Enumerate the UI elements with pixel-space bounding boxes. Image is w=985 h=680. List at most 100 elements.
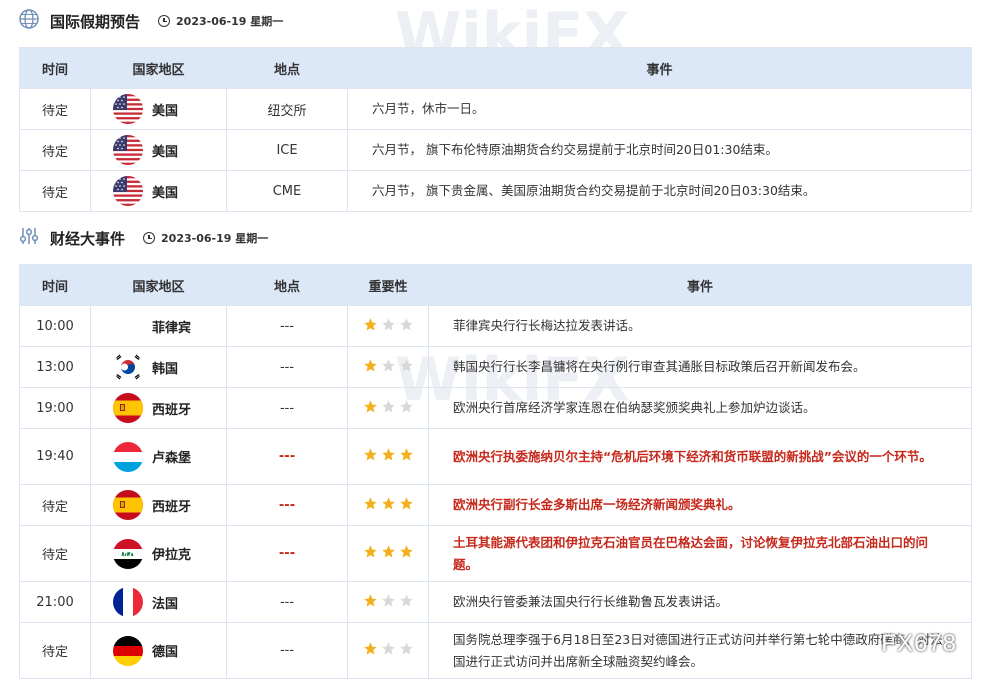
- es-flag-icon: [113, 393, 143, 423]
- importance-cell: [347, 525, 429, 582]
- country-name: 伊拉克: [152, 548, 192, 563]
- col-header-importance: 重要性: [347, 264, 429, 306]
- date-label: 2023-06-19 星期一: [161, 232, 269, 245]
- time-cell: 待定: [19, 88, 91, 130]
- location-cell: ICE: [226, 129, 348, 171]
- country-name: 美国: [152, 103, 179, 119]
- star-filled-icon: [363, 317, 378, 332]
- star-empty-icon: [399, 641, 414, 656]
- location-cell: ---: [226, 484, 348, 526]
- importance-stars: [363, 399, 414, 414]
- table-row: 19:00 西班牙 --- 欧洲央行首席经济学家连恩在伯纳瑟奖颁奖典礼上参加炉边谈话。: [19, 387, 972, 429]
- time-cell: 待定: [19, 622, 91, 679]
- us-flag-icon: [113, 135, 143, 165]
- kr-flag-icon: [113, 352, 143, 382]
- star-filled-icon: [399, 447, 414, 462]
- holiday-section-header: 国际假期预告 2023-06-19 星期一: [18, 6, 283, 36]
- country-cell: 法国: [90, 581, 227, 623]
- location-cell: 纽交所: [226, 88, 348, 130]
- importance-cell: [347, 346, 429, 388]
- col-header-country: 国家地区: [90, 264, 227, 306]
- table-row: 待定 美国 CME 六月节， 旗下贵金属、美国原油期货合约交易提前于北京时间20日03…: [19, 170, 972, 212]
- holiday-section-title: 国际假期预告: [50, 12, 141, 31]
- country-name: 西班牙: [152, 402, 192, 418]
- us-flag-icon: [113, 94, 143, 124]
- time-cell: 待定: [19, 484, 91, 526]
- importance-stars: [363, 447, 414, 462]
- star-filled-icon: [363, 358, 378, 373]
- star-empty-icon: [399, 358, 414, 373]
- location-cell: ---: [226, 387, 348, 429]
- star-filled-icon: [363, 544, 378, 559]
- table-row: 13:00 韩国 --- 韩国央行行长李昌镛将在央行例行审查其通胀目标政策后召开新闻发…: [19, 346, 972, 388]
- importance-stars: [363, 641, 414, 656]
- sliders-icon: [18, 225, 40, 251]
- star-filled-icon: [363, 593, 378, 608]
- event-cell: 欧洲央行首席经济学家连恩在伯纳瑟奖颁奖典礼上参加炉边谈话。: [428, 387, 972, 429]
- de-flag-icon: [113, 635, 143, 666]
- importance-cell: [347, 387, 429, 429]
- star-empty-icon: [399, 399, 414, 414]
- star-filled-icon: [381, 544, 396, 559]
- country-name: 美国: [152, 144, 179, 160]
- country-cell: 美国: [90, 170, 227, 212]
- importance-cell: [347, 428, 429, 485]
- importance-cell: [347, 622, 429, 679]
- table-header-row: 时间 国家地区 地点 重要性 事件: [19, 264, 972, 306]
- events-table: 时间 国家地区 地点 重要性 事件 10:00 菲律宾 --- 菲律宾央行行长梅达拉发…: [19, 264, 972, 679]
- star-empty-icon: [381, 641, 396, 656]
- col-header-location: 地点: [226, 264, 348, 306]
- country-cell: 美国: [90, 129, 227, 171]
- col-header-time: 时间: [19, 47, 91, 89]
- date-label: 2023-06-19 星期一: [176, 15, 284, 28]
- col-header-event: 事件: [347, 47, 972, 89]
- country-name: 法国: [152, 596, 179, 612]
- importance-stars: [363, 544, 414, 559]
- event-cell: 六月节， 旗下贵金属、美国原油期货合约交易提前于北京时间20日03:30结束。: [347, 170, 972, 212]
- table-row: 待定 西班牙 --- 欧洲央行副行长金多斯出席一场经济新闻颁奖典礼。: [19, 484, 972, 526]
- country-name: 美国: [152, 185, 179, 201]
- location-cell: ---: [226, 622, 348, 679]
- lu-flag-icon: [113, 441, 143, 472]
- col-header-location: 地点: [226, 47, 348, 89]
- time-cell: 21:00: [19, 581, 91, 623]
- country-cell: 西班牙: [90, 484, 227, 526]
- events-section-header: 财经大事件 2023-06-19 星期一: [18, 223, 268, 253]
- country-cell: 伊拉克: [90, 525, 227, 582]
- star-empty-icon: [399, 317, 414, 332]
- es-flag-icon: [113, 490, 143, 520]
- importance-stars: [363, 358, 414, 373]
- location-cell: ---: [226, 305, 348, 347]
- country-name: 菲律宾: [152, 320, 192, 336]
- clock-icon: [143, 232, 156, 244]
- star-empty-icon: [381, 317, 396, 332]
- location-cell: ---: [226, 428, 348, 485]
- star-filled-icon: [399, 496, 414, 511]
- time-cell: 10:00: [19, 305, 91, 347]
- globe-icon: [18, 8, 40, 34]
- star-filled-icon: [381, 447, 396, 462]
- star-empty-icon: [381, 593, 396, 608]
- star-filled-icon: [399, 544, 414, 559]
- events-section-title: 财经大事件: [50, 229, 126, 248]
- table-row: 待定 美国 纽交所 六月节，休市一日。: [19, 88, 972, 130]
- importance-stars: [363, 593, 414, 608]
- star-filled-icon: [363, 399, 378, 414]
- us-flag-icon: [113, 176, 143, 206]
- star-empty-icon: [381, 399, 396, 414]
- country-name: 卢森堡: [152, 451, 192, 466]
- country-name: 德国: [152, 645, 179, 660]
- importance-cell: [347, 581, 429, 623]
- country-cell: 卢森堡: [90, 428, 227, 485]
- country-cell: 韩国: [90, 346, 227, 388]
- star-filled-icon: [381, 496, 396, 511]
- event-cell: 六月节， 旗下布伦特原油期货合约交易提前于北京时间20日01:30结束。: [347, 129, 972, 171]
- location-cell: CME: [226, 170, 348, 212]
- event-cell: 欧洲央行执委施纳贝尔主持“危机后环境下经济和货币联盟的新挑战”会议的一个环节。: [428, 428, 972, 485]
- time-cell: 19:00: [19, 387, 91, 429]
- col-header-time: 时间: [19, 264, 91, 306]
- iq-flag-icon: [113, 538, 143, 569]
- star-filled-icon: [363, 496, 378, 511]
- star-empty-icon: [381, 358, 396, 373]
- location-cell: ---: [226, 346, 348, 388]
